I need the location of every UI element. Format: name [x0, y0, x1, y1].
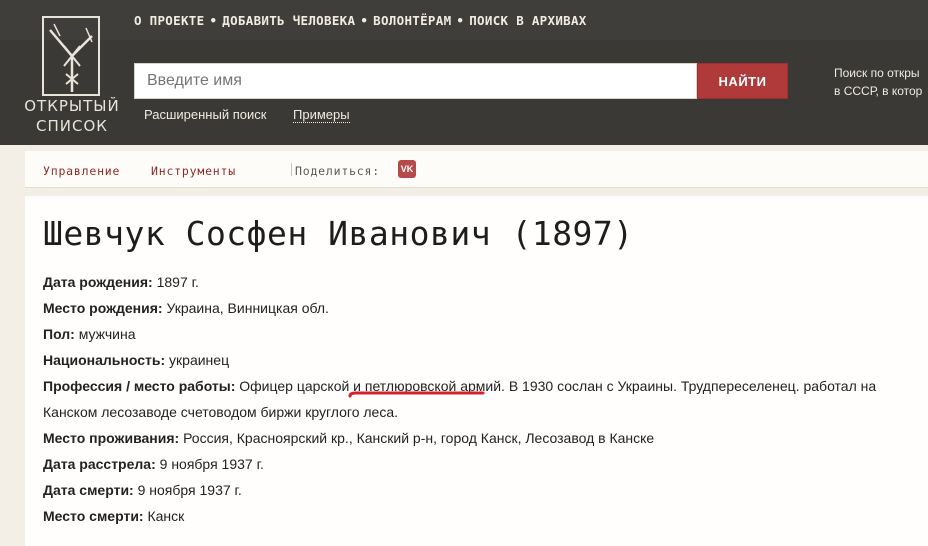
field-death-date: Дата смерти: 9 ноября 1937 г. [43, 477, 913, 503]
nav-separator: • [360, 13, 369, 28]
logo-line-2: СПИСОК [36, 117, 108, 135]
search-input[interactable] [134, 63, 697, 99]
field-execution-date: Дата расстрела: 9 ноября 1937 г. [43, 451, 913, 477]
field-value: Россия, Красноярский кр., Канский р-н, г… [183, 430, 655, 446]
nav-volunteers[interactable]: ВОЛОНТЁРАМ [373, 13, 451, 28]
vk-share-icon[interactable]: VK [398, 160, 416, 178]
field-label: Профессия / место работы: [43, 378, 236, 394]
field-value: Украина, Винницкая обл. [166, 300, 329, 316]
person-title: Шевчук Сосфен Иванович (1897) [43, 214, 634, 253]
field-value: украинец [169, 352, 230, 368]
field-birth-place: Место рождения: Украина, Винницкая обл. [43, 295, 913, 321]
nav-separator: • [209, 13, 218, 28]
field-value: 9 ноября 1937 г. [137, 482, 242, 498]
header-description: Поиск по откры в СССР, в котор [834, 64, 922, 100]
field-value: Канск [147, 508, 185, 524]
field-value: мужчина [78, 326, 136, 342]
share-label: Поделиться: [295, 164, 380, 178]
field-death-place: Место смерти: Канск [43, 503, 913, 529]
field-label: Место рождения: [43, 300, 163, 316]
toolbar-manage[interactable]: Управление [43, 164, 120, 178]
field-value: 1897 г. [156, 274, 199, 290]
field-label: Дата рождения: [43, 274, 153, 290]
logo-text: ОТКРЫТЫЙ СПИСОК [20, 96, 124, 136]
field-label: Дата смерти: [43, 482, 134, 498]
field-label: Пол: [43, 326, 75, 342]
site-logo[interactable]: ОТКРЫТЫЙ СПИСОК [20, 10, 124, 138]
site-header: ОТКРЫТЫЙ СПИСОК О ПРОЕКТЕ • ДОБАВИТЬ ЧЕЛОВ… [0, 0, 928, 145]
toolbar-tools[interactable]: Инструменты [151, 164, 236, 178]
header-description-line-2: в СССР, в котор [834, 84, 923, 98]
field-profession: Профессия / место работы: Офицер царской… [43, 373, 913, 425]
barbed-wire-logo-icon [42, 16, 100, 96]
logo-line-1: ОТКРЫТЫЙ [24, 97, 120, 115]
field-residence: Место проживания: Россия, Красноярский к… [43, 425, 913, 451]
person-card: Шевчук Сосфен Иванович (1897) Дата рожде… [25, 196, 928, 546]
field-value: 9 ноября 1937 г. [159, 456, 264, 472]
nav-about[interactable]: О ПРОЕКТЕ [134, 13, 204, 28]
field-birth-date: Дата рождения: 1897 г. [43, 269, 913, 295]
field-label: Место проживания: [43, 430, 180, 446]
page-toolbar: Управление Инструменты Поделиться: VK [25, 151, 928, 188]
field-label: Национальность: [43, 352, 166, 368]
examples-link[interactable]: Примеры [293, 107, 350, 123]
field-label: Дата расстрела: [43, 456, 156, 472]
nav-archive-search[interactable]: ПОИСК В АРХИВАХ [469, 13, 586, 28]
top-nav: О ПРОЕКТЕ • ДОБАВИТЬ ЧЕЛОВЕКА • ВОЛОНТЁРАМ • П… [134, 13, 587, 28]
red-annotation-underline [348, 391, 485, 398]
field-nationality: Национальность: украинец [43, 347, 913, 373]
nav-add-person[interactable]: ДОБАВИТЬ ЧЕЛОВЕКА [222, 13, 355, 28]
nav-separator: • [456, 13, 465, 28]
toolbar-divider [291, 163, 292, 176]
advanced-search-link[interactable]: Расширенный поиск [144, 107, 266, 122]
field-sex: Пол: мужчина [43, 321, 913, 347]
header-description-line-1: Поиск по откры [834, 66, 920, 80]
search-button[interactable]: НАЙТИ [697, 63, 788, 99]
field-label: Место смерти: [43, 508, 144, 524]
person-fields: Дата рождения: 1897 г. Место рождения: У… [43, 269, 913, 529]
